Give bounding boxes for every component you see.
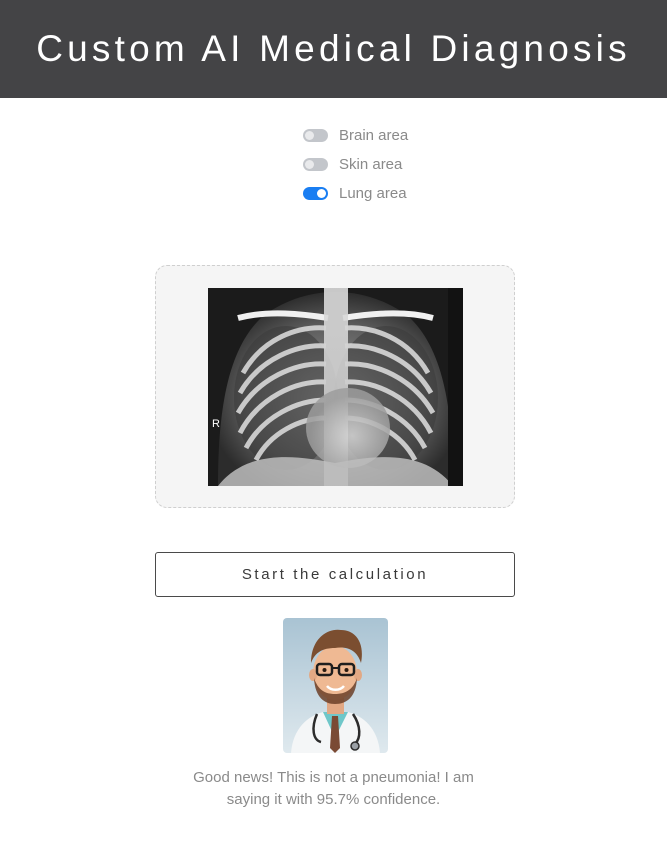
result-line-2: saying it with 95.7% confidence. <box>226 791 441 808</box>
brain-area-label: Brain area <box>339 127 409 144</box>
toggle-brain-area[interactable]: Brain area <box>303 121 408 150</box>
doctor-avatar <box>283 618 388 753</box>
page-title: Custom AI Medical Diagnosis <box>36 28 631 69</box>
xray-side-marker: R <box>212 418 220 430</box>
chest-xray-image: R <box>208 288 463 486</box>
switch-knob <box>305 160 314 169</box>
lung-area-label: Lung area <box>339 185 407 202</box>
image-upload-dropzone[interactable]: R <box>155 265 515 508</box>
skin-area-label: Skin area <box>339 156 403 173</box>
lung-area-switch[interactable] <box>303 187 328 200</box>
brain-area-switch[interactable] <box>303 129 328 142</box>
start-calculation-button[interactable]: Start the calculation <box>155 552 515 597</box>
skin-area-switch[interactable] <box>303 158 328 171</box>
switch-knob <box>305 131 314 140</box>
switch-knob <box>317 189 326 198</box>
app-header: Custom AI Medical Diagnosis <box>0 0 667 98</box>
toggle-lung-area[interactable]: Lung area <box>303 179 408 208</box>
area-selector: Brain area Skin area Lung area <box>303 121 408 208</box>
result-line-1: Good news! This is not a pneumonia! I am <box>193 769 474 786</box>
toggle-skin-area[interactable]: Skin area <box>303 150 408 179</box>
diagnosis-result: Good news! This is not a pneumonia! I am… <box>170 767 497 811</box>
